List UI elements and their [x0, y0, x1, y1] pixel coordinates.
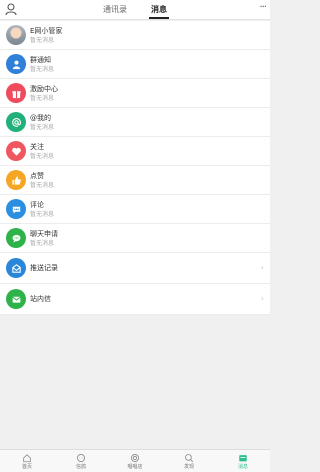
circle-icon: [130, 453, 140, 462]
at-icon: [6, 112, 26, 132]
more-options-icon[interactable]: ···: [259, 1, 266, 15]
list-item-push-records[interactable]: 推送记录 ›: [0, 253, 270, 284]
thumbs-up-icon: [6, 170, 26, 190]
tab-messages[interactable]: 消息: [149, 0, 169, 20]
push-record-icon: [6, 258, 26, 278]
gift-icon: [6, 83, 26, 103]
nav-label: 首页: [21, 463, 32, 470]
item-title: 聊天申请: [30, 230, 58, 238]
chevron-right-icon: ›: [260, 294, 264, 303]
heart-icon: [6, 141, 26, 161]
nav-label: 发现: [183, 463, 194, 470]
tab-contacts[interactable]: 通讯录: [101, 0, 129, 20]
list-item-inbox[interactable]: 站内信 ›: [0, 284, 270, 315]
bottom-nav: 首页 信鸽 唱唱店 发现 消息: [0, 449, 270, 472]
item-subtitle: 暂无消息: [30, 211, 55, 218]
item-subtitle: 暂无消息: [30, 240, 55, 247]
item-title: 推送记录: [30, 264, 58, 272]
item-title: 站内信: [30, 295, 51, 303]
item-subtitle: 暂无消息: [30, 182, 55, 189]
item-subtitle: 暂无消息: [30, 95, 55, 102]
mail-icon: [6, 289, 26, 309]
nav-label: 消息: [237, 463, 248, 470]
item-subtitle: 暂无消息: [30, 153, 55, 160]
item-title: 群通知: [30, 56, 51, 64]
nav-discover[interactable]: 发现: [162, 450, 216, 472]
chat-bubble-icon: [76, 453, 86, 462]
item-title: E网小管家: [30, 27, 63, 35]
item-subtitle: 暂无消息: [30, 124, 55, 131]
nav-pigeon[interactable]: 信鸽: [54, 450, 108, 472]
nav-label: 唱唱店: [127, 463, 143, 470]
chevron-right-icon: ›: [260, 263, 264, 272]
item-subtitle: 暂无消息: [30, 66, 55, 73]
search-icon: [185, 453, 194, 462]
chat-icon: [6, 228, 26, 248]
item-title: 激励中心: [30, 85, 58, 93]
item-title: 评论: [30, 201, 44, 209]
nav-shop[interactable]: 唱唱店: [108, 450, 162, 472]
list-item-likes[interactable]: 点赞 暂无消息: [0, 166, 270, 195]
avatar: [6, 25, 26, 45]
list-item-assistant[interactable]: E网小管家 暂无消息: [0, 21, 270, 50]
nav-label: 信鸽: [75, 463, 86, 470]
home-icon: [23, 453, 31, 462]
item-title: @我的: [30, 114, 51, 122]
message-list: E网小管家 暂无消息 群通知 暂无消息 激励中心 暂无消息 @我的 暂无消息 关…: [0, 21, 270, 315]
item-subtitle: 暂无消息: [30, 37, 55, 44]
list-item-follow[interactable]: 关注 暂无消息: [0, 137, 270, 166]
header-tabs: 通讯录 消息: [0, 0, 270, 20]
comment-icon: [6, 199, 26, 219]
item-title: 点赞: [30, 172, 44, 180]
top-bar: 通讯录 消息 ···: [0, 0, 270, 20]
nav-home[interactable]: 首页: [0, 450, 54, 472]
list-item-comments[interactable]: 评论 暂无消息: [0, 195, 270, 224]
list-item-group-notice[interactable]: 群通知 暂无消息: [0, 50, 270, 79]
list-item-chat-request[interactable]: 聊天申请 暂无消息: [0, 224, 270, 253]
message-icon: [239, 454, 247, 461]
list-item-incentive[interactable]: 激励中心 暂无消息: [0, 79, 270, 108]
group-icon: [6, 54, 26, 74]
nav-messages[interactable]: 消息: [216, 450, 270, 472]
list-item-mentions[interactable]: @我的 暂无消息: [0, 108, 270, 137]
item-title: 关注: [30, 143, 44, 151]
